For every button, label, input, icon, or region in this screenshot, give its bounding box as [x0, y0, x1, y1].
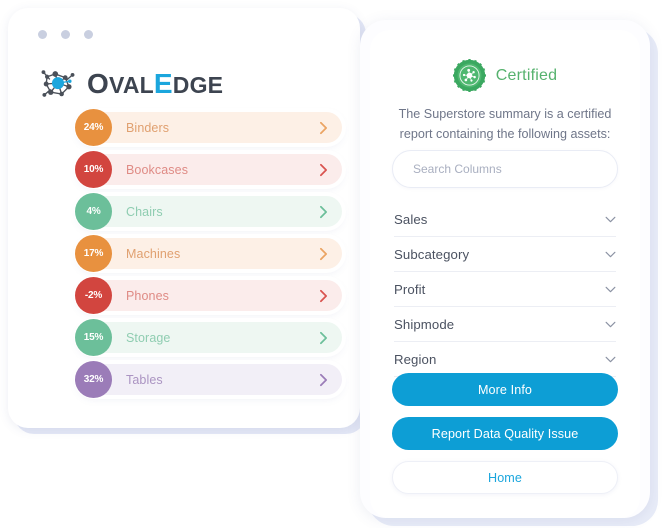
metric-label: Bookcases [126, 162, 189, 177]
metric-row[interactable]: 15% Storage [75, 319, 342, 356]
asset-label: Profit [394, 281, 426, 297]
chevron-right-icon[interactable] [319, 163, 328, 177]
chevron-right-icon[interactable] [319, 373, 328, 387]
metric-row[interactable]: -2% Phones [75, 277, 342, 314]
chevron-right-icon[interactable] [319, 289, 328, 303]
brand-letter-e: E [153, 68, 173, 99]
chevron-right-icon[interactable] [319, 121, 328, 135]
metric-percent-badge: -2% [75, 277, 112, 314]
metric-percent-badge: 10% [75, 151, 112, 188]
action-button-stack: More Info Report Data Quality Issue Home [392, 373, 618, 505]
certified-seal-icon [452, 59, 486, 92]
certified-header: Certified [370, 59, 640, 92]
chevron-down-icon[interactable] [605, 251, 616, 258]
brand-wordmark: OVALEDGE [87, 70, 223, 98]
metric-label: Storage [126, 330, 171, 345]
search-input[interactable] [392, 150, 618, 188]
metric-percent-badge: 17% [75, 235, 112, 272]
metric-percent-badge: 4% [75, 193, 112, 230]
chevron-down-icon[interactable] [605, 321, 616, 328]
metric-percent-badge: 15% [75, 319, 112, 356]
metric-list: 24% Binders 10% Bookcases 4% Chairs 17% Machine… [75, 109, 342, 406]
brand-logo: OVALEDGE [38, 64, 223, 104]
brand-letters-val: VAL [108, 72, 154, 98]
chevron-right-icon[interactable] [319, 247, 328, 261]
metric-label: Binders [126, 120, 170, 135]
certified-report-panel: Certified The Superstore summary is a ce… [370, 30, 640, 518]
asset-accordion-row[interactable]: Region [394, 342, 616, 377]
asset-accordion-list: Sales Subcategory Profit Shipmode Region [394, 202, 616, 377]
metric-row[interactable]: 10% Bookcases [75, 151, 342, 188]
certified-label: Certified [495, 66, 558, 84]
asset-label: Shipmode [394, 316, 455, 332]
asset-accordion-row[interactable]: Shipmode [394, 307, 616, 342]
chevron-right-icon[interactable] [319, 205, 328, 219]
brand-letters-dge: DGE [172, 72, 224, 98]
metric-label: Phones [126, 288, 169, 303]
report-summary-text: The Superstore summary is a certified re… [398, 107, 612, 141]
chevron-down-icon[interactable] [605, 286, 616, 293]
chevron-down-icon[interactable] [605, 356, 616, 363]
metric-row[interactable]: 32% Tables [75, 361, 342, 398]
metric-percent-badge: 24% [75, 109, 112, 146]
window-dot-minimize-icon[interactable] [61, 30, 70, 39]
chevron-down-icon[interactable] [605, 216, 616, 223]
home-button[interactable]: Home [392, 461, 618, 494]
metric-percent-badge: 32% [75, 361, 112, 398]
metric-row[interactable]: 17% Machines [75, 235, 342, 272]
window-dot-maximize-icon[interactable] [84, 30, 93, 39]
brand-letter-o: O [87, 68, 109, 99]
asset-accordion-row[interactable]: Sales [394, 202, 616, 237]
report-data-quality-issue-button[interactable]: Report Data Quality Issue [392, 417, 618, 450]
asset-accordion-row[interactable]: Subcategory [394, 237, 616, 272]
metric-label: Chairs [126, 204, 163, 219]
asset-label: Subcategory [394, 246, 470, 262]
asset-label: Sales [394, 211, 428, 227]
metric-row[interactable]: 4% Chairs [75, 193, 342, 230]
chevron-right-icon[interactable] [319, 331, 328, 345]
more-info-button[interactable]: More Info [392, 373, 618, 406]
asset-accordion-row[interactable]: Profit [394, 272, 616, 307]
network-nodes-icon [41, 70, 75, 97]
asset-label: Region [394, 351, 437, 367]
window-control-dots [38, 30, 93, 39]
metric-label: Machines [126, 246, 181, 261]
left-browser-window: OVALEDGE 24% Binders 10% Bookcases 4% Chairs 1… [8, 8, 360, 428]
window-dot-close-icon[interactable] [38, 30, 47, 39]
metric-label: Tables [126, 372, 163, 387]
metric-row[interactable]: 24% Binders [75, 109, 342, 146]
